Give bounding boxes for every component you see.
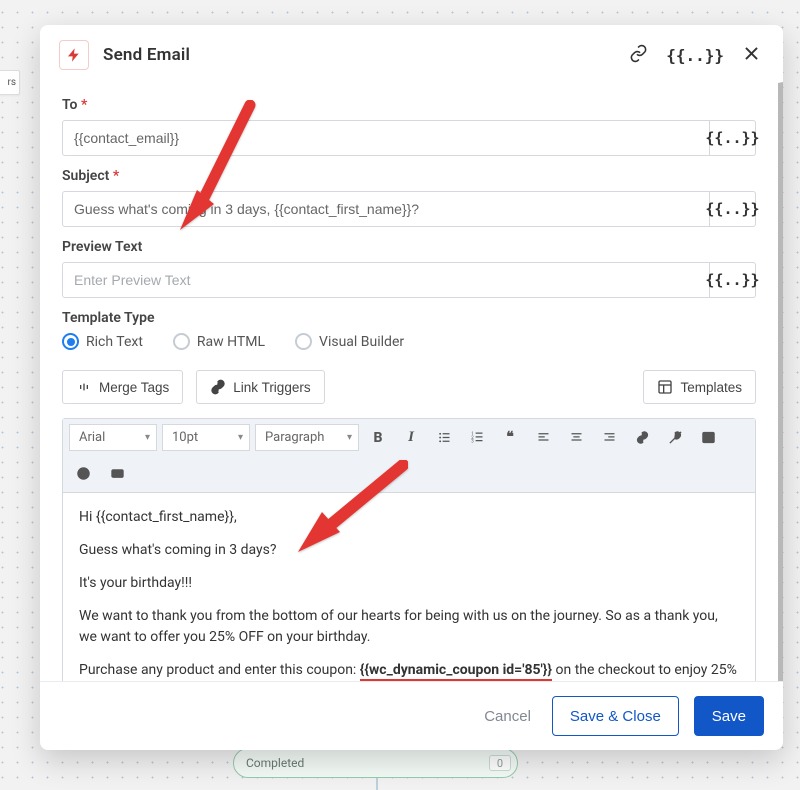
editor-text: Guess what's coming in 3 days? [79, 540, 739, 561]
button-label: Templates [680, 380, 742, 395]
template-type-options: Rich Text Raw HTML Visual Builder [62, 333, 756, 350]
align-right-button[interactable] [595, 424, 623, 451]
link-triggers-button[interactable]: Link Triggers [196, 370, 324, 404]
editor-merge-tag-coupon: {{wc_dynamic_coupon id='85'}} [360, 662, 552, 681]
merge-tags-icon[interactable]: {{..}} [666, 46, 724, 65]
modal-title: Send Email [103, 45, 190, 65]
preview-merge-tag-button[interactable]: {{..}} [710, 262, 756, 298]
keyboard-shortcuts-button[interactable] [103, 460, 131, 487]
bolt-icon [59, 40, 89, 70]
editor-merge-tag: {{contact_first_name}}, [96, 509, 237, 525]
template-type-rich-text[interactable]: Rich Text [62, 333, 143, 350]
save-button[interactable]: Save [694, 696, 764, 736]
svg-text:3: 3 [471, 440, 474, 445]
align-left-button[interactable] [529, 424, 557, 451]
insert-link-button[interactable] [628, 424, 656, 451]
flow-connector [376, 778, 378, 790]
editor-toolbar: Arial 10pt Paragraph B I 123 ❝ [63, 419, 755, 493]
rich-text-editor: Arial 10pt Paragraph B I 123 ❝ [62, 418, 756, 681]
align-center-button[interactable] [562, 424, 590, 451]
editor-content[interactable]: Hi {{contact_first_name}}, Guess what's … [63, 493, 755, 681]
to-input[interactable] [62, 120, 710, 156]
button-label: Merge Tags [99, 380, 169, 395]
completed-node-label: Completed [246, 756, 304, 770]
cancel-button[interactable]: Cancel [478, 707, 537, 726]
preview-text-input[interactable] [62, 262, 710, 298]
subject-merge-tag-button[interactable]: {{..}} [710, 191, 756, 227]
editor-text: Hi [79, 509, 96, 525]
to-merge-tag-button[interactable]: {{..}} [710, 120, 756, 156]
template-type-raw-html[interactable]: Raw HTML [173, 333, 265, 350]
font-family-select[interactable]: Arial [69, 424, 157, 451]
radio-label: Visual Builder [319, 334, 404, 350]
unlink-button[interactable] [661, 424, 689, 451]
radio-label: Raw HTML [197, 334, 265, 350]
font-size-select[interactable]: 10pt [162, 424, 250, 451]
subject-input[interactable] [62, 191, 710, 227]
link-icon[interactable] [629, 44, 648, 67]
italic-button[interactable]: I [397, 424, 425, 451]
modal-header: Send Email {{..}} [40, 25, 783, 82]
send-email-modal: Send Email {{..}} To {{..}} Subject [40, 25, 783, 750]
truncated-sidebar: rs [0, 70, 20, 95]
close-icon[interactable] [742, 44, 761, 67]
modal-body: To {{..}} Subject {{..}} Preview Text {{… [40, 82, 783, 681]
emoji-button[interactable] [69, 460, 97, 487]
completed-node-count: 0 [489, 755, 511, 771]
subject-label: Subject [62, 168, 756, 184]
completed-node[interactable]: Completed 0 [233, 748, 518, 778]
editor-text: Purchase any product and enter this coup… [79, 662, 360, 678]
to-label: To [62, 97, 756, 113]
template-type-visual-builder[interactable]: Visual Builder [295, 333, 404, 350]
merge-tags-button[interactable]: Merge Tags [62, 370, 183, 404]
ordered-list-button[interactable]: 123 [463, 424, 491, 451]
template-type-label: Template Type [62, 310, 756, 326]
bold-button[interactable]: B [364, 424, 392, 451]
editor-text: It's your birthday!!! [79, 573, 739, 594]
radio-label: Rich Text [86, 334, 143, 350]
modal-footer: Cancel Save & Close Save [40, 681, 783, 750]
templates-button[interactable]: Templates [643, 370, 756, 404]
editor-text: We want to thank you from the bottom of … [79, 606, 739, 648]
preview-text-label: Preview Text [62, 239, 756, 255]
button-label: Link Triggers [233, 380, 310, 395]
block-format-select[interactable]: Paragraph [255, 424, 359, 451]
unordered-list-button[interactable] [430, 424, 458, 451]
blockquote-button[interactable]: ❝ [496, 424, 524, 451]
insert-image-button[interactable] [694, 424, 722, 451]
save-and-close-button[interactable]: Save & Close [552, 696, 679, 736]
